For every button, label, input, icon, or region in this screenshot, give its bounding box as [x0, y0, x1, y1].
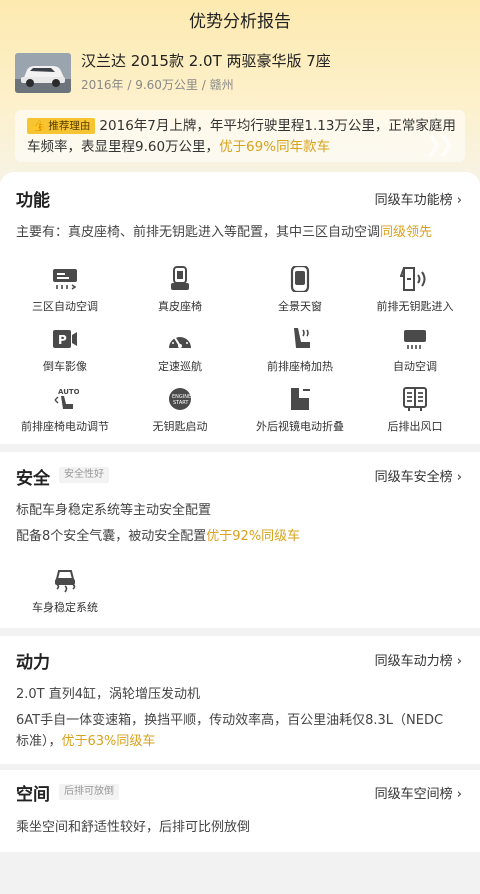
feature-label: 车身稳定系统 — [32, 601, 98, 614]
power-line-3: 标准），优于63%同级车 — [16, 730, 155, 749]
svg-text:P: P — [58, 333, 67, 347]
safety-line-2-text: 配备8个安全气囊，被动安全配置 — [16, 529, 207, 544]
feature-item: ENGINE START 无钥匙启动 — [120, 386, 240, 434]
space-card: 空间 后排可放倒 同级车空间榜 › 乘坐空间和舒适性较好，后排可比例放倒 — [0, 770, 480, 852]
feature-item: 车身稳定系统 — [5, 565, 125, 615]
car-meta: 2016年 / 9.60万公里 / 赣州 — [81, 78, 234, 92]
feature-label: 前排无钥匙进入 — [376, 300, 454, 313]
features-summary-highlight: 同级领先 — [380, 225, 433, 240]
safety-line-2: 配备8个安全气囊，被动安全配置优于92%同级车 — [16, 525, 300, 544]
feature-label: 真皮座椅 — [158, 300, 202, 313]
recommend-reason: 👍 推荐理由 2016年7月上牌，年平均行驶里程1.13万公里，正常家庭用车频率，… — [27, 116, 457, 158]
safety-highlight: 优于92%同级车 — [206, 529, 301, 544]
safety-title: 安全 — [16, 469, 50, 489]
feature-item: 后排出风口 — [355, 386, 475, 434]
power-line-3-text: 标准）， — [16, 734, 62, 749]
feature-label: 后排出风口 — [387, 420, 443, 433]
features-summary-text: 主要有：真皮座椅、前排无钥匙进入等配置，其中三区自动空调 — [16, 225, 381, 240]
mirror-fold-icon — [291, 388, 310, 410]
feature-label: 前排座椅加热 — [267, 360, 333, 373]
reverse-camera-icon: P — [53, 330, 77, 348]
reason-highlight: 优于69%同年款车 — [219, 139, 331, 155]
seat-heat-icon — [294, 328, 310, 348]
power-line-1: 2.0T 直列4缸，涡轮增压发动机 — [16, 687, 201, 702]
safety-rank-link[interactable]: 同级车安全榜 › — [375, 466, 462, 485]
feature-item: P 倒车影像 — [5, 326, 125, 374]
power-title: 动力 — [16, 653, 50, 673]
feature-label: 前排座椅电动调节 — [21, 420, 109, 433]
recommend-reason-box: 👍 推荐理由 2016年7月上牌，年平均行驶里程1.13万公里，正常家庭用车频率，… — [15, 110, 465, 162]
chevron-decoration-icon: ❯❯ — [424, 132, 455, 157]
svg-text:AUTO: AUTO — [58, 388, 79, 396]
power-card: 动力 同级车动力榜 › 2.0T 直列4缸，涡轮增压发动机 6AT手自一体变速箱… — [0, 636, 480, 764]
feature-label: 全景天窗 — [278, 300, 322, 313]
feature-item: 定速巡航 — [120, 326, 240, 374]
recommend-tag-label: 推荐理由 — [48, 120, 91, 132]
svg-text:START: START — [173, 400, 189, 406]
feature-item: 全景天窗 — [240, 266, 360, 314]
feature-label: 自动空调 — [393, 360, 437, 373]
space-rank-link[interactable]: 同级车空间榜 › — [375, 783, 462, 802]
feature-item: 前排座椅加热 — [240, 326, 360, 374]
seat-icon — [171, 266, 189, 290]
car-thumbnail[interactable] — [15, 53, 71, 93]
feature-label: 三区自动空调 — [32, 300, 98, 313]
feature-label: 定速巡航 — [158, 360, 202, 373]
keyless-entry-icon — [400, 267, 426, 291]
space-badge: 后排可放倒 — [59, 784, 119, 800]
cruise-icon — [169, 334, 191, 348]
feature-item: 三区自动空调 — [5, 266, 125, 314]
features-summary: 主要有：真皮座椅、前排无钥匙进入等配置，其中三区自动空调同级领先 — [16, 221, 432, 240]
esp-icon — [55, 570, 76, 593]
car-name: 汉兰达 2015款 2.0T 两驱豪华版 7座 — [81, 52, 331, 70]
recommend-tag: 👍 推荐理由 — [27, 118, 96, 134]
sunroof-icon — [290, 266, 310, 292]
feature-label: 倒车影像 — [43, 360, 87, 373]
auto-ac-icon — [404, 330, 426, 349]
space-line-1: 乘坐空间和舒适性较好，后排可比例放倒 — [16, 820, 251, 835]
ac-icon — [53, 269, 77, 290]
features-rank-link[interactable]: 同级车功能榜 › — [375, 189, 462, 208]
space-title: 空间 — [16, 785, 50, 805]
safety-badge: 安全性好 — [59, 467, 109, 483]
features-card: 功能 同级车功能榜 › 主要有：真皮座椅、前排无钥匙进入等配置，其中三区自动空调… — [0, 172, 480, 444]
safety-card: 安全 安全性好 同级车安全榜 › 标配车身稳定系统等主动安全配置 配备8个安全气… — [0, 452, 480, 628]
feature-item: 前排无钥匙进入 — [355, 266, 475, 314]
feature-item: 真皮座椅 — [120, 266, 240, 314]
features-title: 功能 — [16, 191, 50, 211]
feature-label: 无钥匙启动 — [152, 420, 208, 433]
safety-line-1: 标配车身稳定系统等主动安全配置 — [16, 503, 212, 518]
rear-vent-icon — [403, 387, 427, 411]
page-title: 优势分析报告 — [189, 12, 291, 32]
feature-item: AUTO 前排座椅电动调节 — [5, 386, 125, 434]
power-line-2: 6AT手自一体变速箱，换挡平顺，传动效率高，百公里油耗仅8.3L（NEDC — [16, 713, 444, 728]
feature-item: 外后视镜电动折叠 — [240, 386, 360, 434]
start-stop-icon: ENGINESTART — [169, 388, 191, 410]
seat-adjust-icon: AUTO — [54, 388, 79, 409]
power-highlight: 优于63%同级车 — [61, 734, 156, 749]
feature-item: 自动空调 — [355, 326, 475, 374]
feature-label: 外后视镜电动折叠 — [256, 420, 344, 433]
power-rank-link[interactable]: 同级车动力榜 › — [375, 650, 462, 669]
